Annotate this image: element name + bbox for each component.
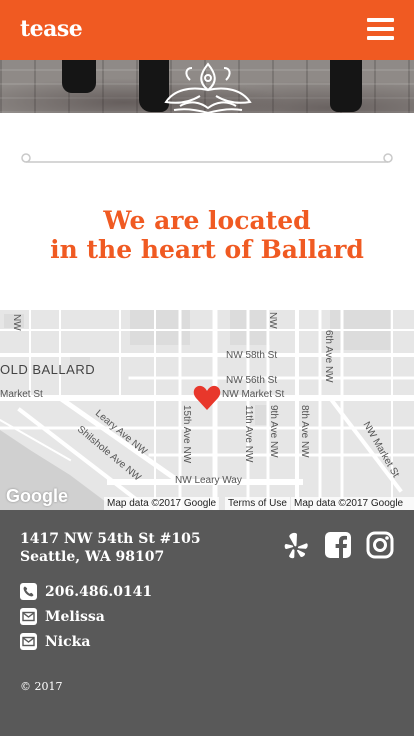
boot-shape <box>330 60 362 112</box>
map-terms-link[interactable]: Terms of Use <box>225 497 290 510</box>
facebook-icon[interactable] <box>324 531 352 559</box>
envelope-icon <box>20 608 37 625</box>
map-label: Market St <box>0 389 43 400</box>
address-line2: Seattle, WA 98107 <box>20 549 165 565</box>
map-label: 11th Ave NW <box>243 405 254 463</box>
instagram-icon[interactable] <box>366 531 394 559</box>
address: 1417 NW 54th St #105 Seattle, WA 98107 <box>20 530 201 566</box>
map-label: NW <box>11 314 22 331</box>
map-label: 15th Ave NW <box>181 405 192 464</box>
map-attribution: Map data ©2017 Google <box>291 497 414 510</box>
location-heading-line2: in the heart of Ballard <box>50 235 364 264</box>
yelp-icon[interactable] <box>282 531 310 559</box>
hero-image <box>0 60 414 113</box>
location-map[interactable]: NW NW OLD BALLARD Market St NW 58th St N… <box>0 310 414 510</box>
decorative-divider <box>21 153 393 163</box>
ornament-icon <box>164 62 252 113</box>
map-label: 8th Ave NW <box>299 405 310 458</box>
envelope-icon <box>20 633 37 650</box>
map-label: 6th Ave NW <box>323 330 334 383</box>
phone-link[interactable]: 206.486.0141 <box>20 583 152 600</box>
location-heading-line1: We are located <box>103 206 311 235</box>
map-attribution: Map data ©2017 Google <box>104 497 220 510</box>
site-header: tease <box>0 0 414 60</box>
site-footer: 1417 NW 54th St #105 Seattle, WA 98107 2… <box>0 510 414 736</box>
social-links <box>282 531 394 559</box>
address-line1: 1417 NW 54th St #105 <box>20 531 201 547</box>
copyright: © 2017 <box>20 680 63 693</box>
email-name: Melissa <box>45 608 105 625</box>
map-label: NW <box>267 312 278 329</box>
phone-number: 206.486.0141 <box>45 583 153 600</box>
site-logo[interactable]: tease <box>20 16 83 42</box>
boot-shape <box>62 60 96 93</box>
google-logo[interactable]: Google <box>6 486 68 507</box>
email-link-melissa[interactable]: Melissa <box>20 608 105 625</box>
map-label: NW Leary Way <box>175 475 242 486</box>
map-label: OLD BALLARD <box>0 362 96 377</box>
map-label: NW 56th St <box>226 375 278 386</box>
hamburger-menu-icon[interactable] <box>367 18 394 40</box>
location-heading: We are located in the heart of Ballard <box>0 206 414 264</box>
phone-icon <box>20 583 37 600</box>
email-name: Nicka <box>45 633 91 650</box>
heart-marker-icon[interactable] <box>193 385 221 411</box>
email-link-nicka[interactable]: Nicka <box>20 633 90 650</box>
map-label: NW 58th St <box>226 350 278 361</box>
map-label: NW Market St <box>222 389 285 400</box>
map-label: 9th Ave NW <box>268 405 279 458</box>
